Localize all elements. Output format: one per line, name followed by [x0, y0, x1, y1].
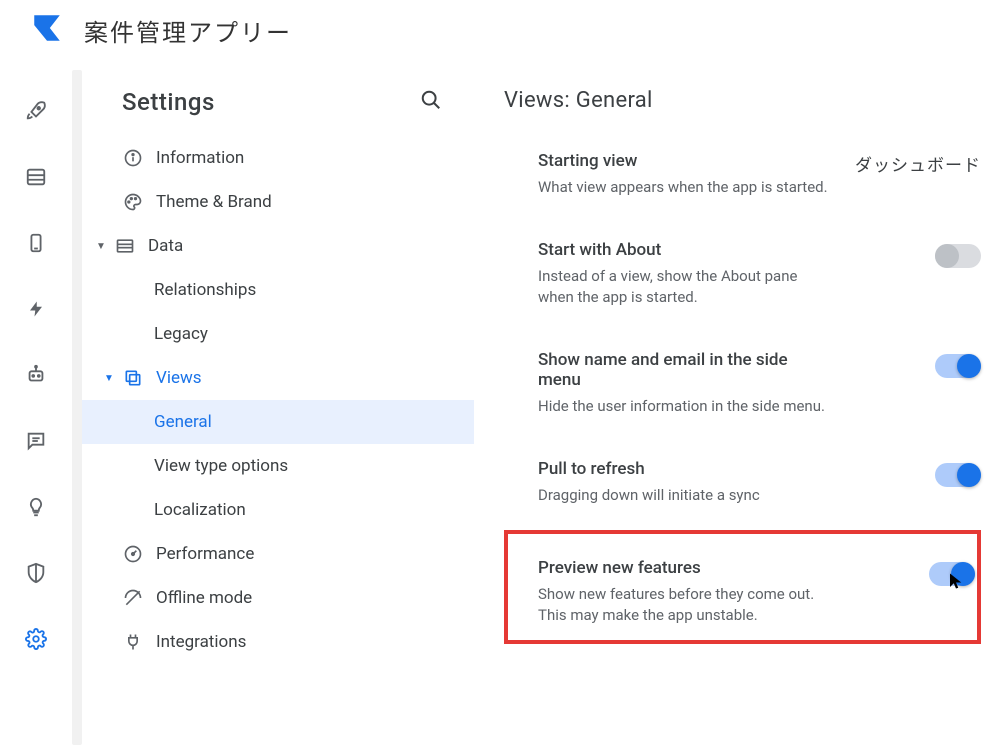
nav-label: Offline mode	[156, 588, 252, 608]
nav-rail	[0, 60, 72, 745]
toggle-pull-to-refresh[interactable]	[935, 463, 981, 487]
nav-offline-mode[interactable]: Offline mode	[82, 576, 474, 620]
nav-label: Localization	[154, 500, 246, 520]
setting-start-with-about: Start with About Instead of a view, show…	[504, 222, 981, 332]
content-heading: Views: General	[504, 88, 981, 113]
setting-desc: Instead of a view, show the About pane w…	[538, 266, 828, 308]
nav-views[interactable]: ▼ Views	[82, 356, 474, 400]
scroll-edge	[72, 70, 82, 745]
robot-icon[interactable]	[25, 364, 47, 390]
palette-icon	[122, 192, 144, 212]
nav-general[interactable]: General	[82, 400, 474, 444]
nav-integrations[interactable]: Integrations	[82, 620, 474, 664]
search-icon[interactable]	[420, 89, 442, 115]
nav-label: Views	[156, 368, 202, 388]
mobile-icon[interactable]	[25, 232, 47, 258]
nav-performance[interactable]: Performance	[82, 532, 474, 576]
nav-label: Relationships	[154, 280, 256, 300]
settings-nav: Information Theme & Brand ▼ Data Relation…	[82, 136, 474, 664]
nav-label: Performance	[156, 544, 254, 564]
chat-icon[interactable]	[25, 430, 47, 456]
plug-icon	[122, 632, 144, 652]
nav-label: Legacy	[154, 324, 208, 344]
setting-title: Start with About	[538, 240, 828, 260]
setting-pull-to-refresh: Pull to refresh Dragging down will initi…	[504, 441, 981, 530]
setting-desc: Show new features before they come out. …	[538, 584, 828, 626]
offline-icon	[122, 588, 144, 608]
nav-label: Theme & Brand	[156, 192, 272, 212]
setting-desc: Hide the user information in the side me…	[538, 396, 828, 417]
gauge-icon	[122, 544, 144, 564]
setting-starting-view: Starting view What view appears when the…	[504, 133, 981, 222]
nav-information[interactable]: Information	[82, 136, 474, 180]
nav-theme-brand[interactable]: Theme & Brand	[82, 180, 474, 224]
shield-icon[interactable]	[25, 562, 47, 588]
rocket-icon[interactable]	[25, 100, 47, 126]
views-icon	[122, 368, 144, 388]
nav-label: View type options	[154, 456, 288, 476]
nav-legacy[interactable]: Legacy	[82, 312, 474, 356]
toggle-show-name-email[interactable]	[935, 354, 981, 378]
app-logo	[30, 11, 64, 49]
info-icon	[122, 148, 144, 168]
nav-data[interactable]: ▼ Data	[82, 224, 474, 268]
toggle-start-with-about[interactable]	[935, 244, 981, 268]
starting-view-value[interactable]: ダッシュボード	[855, 151, 981, 176]
lightbulb-icon[interactable]	[25, 496, 47, 522]
nav-relationships[interactable]: Relationships	[82, 268, 474, 312]
nav-label: General	[154, 412, 212, 432]
mouse-cursor-icon	[947, 572, 965, 594]
setting-title: Pull to refresh	[538, 459, 760, 479]
caret-down-icon: ▼	[104, 373, 114, 384]
content-panel: Views: General Starting view What view a…	[474, 60, 1001, 745]
caret-down-icon: ▼	[96, 241, 106, 252]
setting-preview-new-features: Preview new features Show new features b…	[508, 540, 975, 640]
highlight-box: Preview new features Show new features b…	[504, 530, 981, 644]
setting-title: Show name and email in the side menu	[538, 350, 828, 390]
setting-desc: What view appears when the app is starte…	[538, 177, 828, 198]
bolt-icon[interactable]	[27, 298, 45, 324]
setting-title: Preview new features	[538, 558, 828, 578]
nav-view-type-options[interactable]: View type options	[82, 444, 474, 488]
nav-label: Integrations	[156, 632, 246, 652]
nav-label: Information	[156, 148, 244, 168]
gear-icon[interactable]	[25, 628, 47, 654]
setting-desc: Dragging down will initiate a sync	[538, 485, 760, 506]
database-icon[interactable]	[25, 166, 47, 192]
nav-localization[interactable]: Localization	[82, 488, 474, 532]
nav-label: Data	[148, 236, 183, 256]
settings-panel: Settings Information Theme & Brand ▼ Data…	[82, 60, 474, 745]
settings-heading: Settings	[122, 88, 215, 116]
setting-title: Starting view	[538, 151, 828, 171]
data-icon	[114, 236, 136, 256]
app-title: 案件管理アプリー	[84, 13, 292, 48]
setting-show-name-email: Show name and email in the side menu Hid…	[504, 332, 981, 441]
